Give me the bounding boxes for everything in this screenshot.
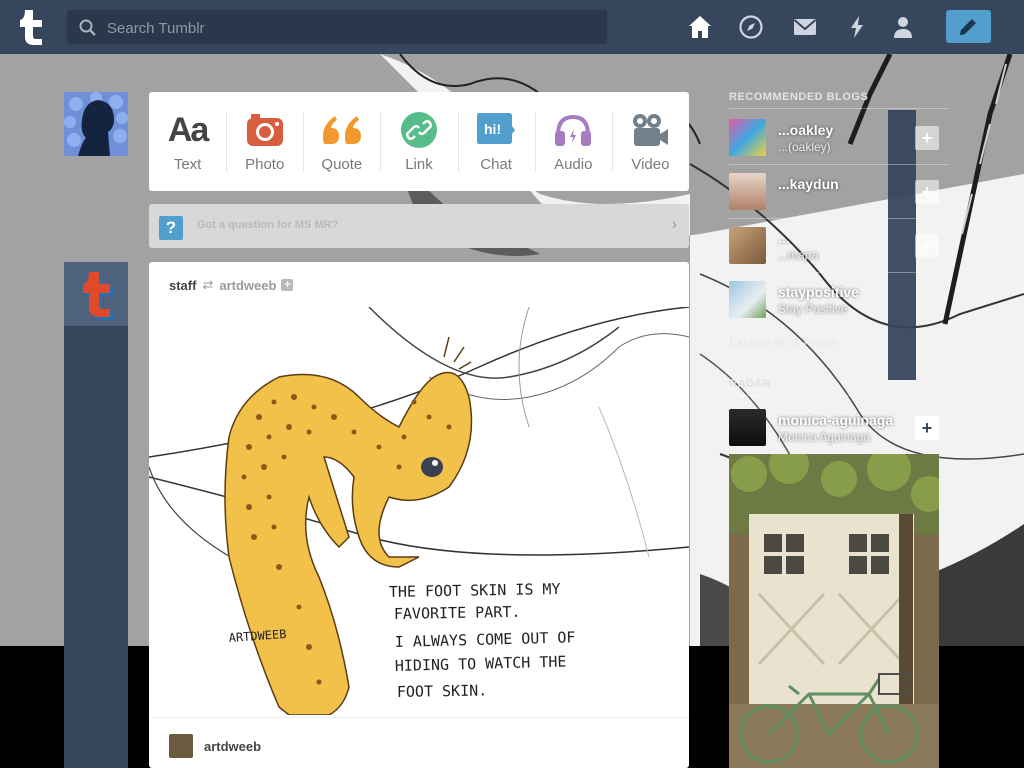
search-icon [79,19,96,36]
post-type-audio[interactable]: Audio [534,92,612,191]
blog-avatar [729,409,766,446]
headphones-icon [555,114,592,146]
recommended-blogs-heading: RECOMMENDED BLOGS [729,91,869,103]
radar-blog[interactable]: monica-aguinaga Monica Aguinaga + [729,400,949,452]
comic-line-5: FOOT SKIN. [397,681,488,701]
post-type-video[interactable]: Video [611,92,689,191]
explore-link[interactable]: Explore all of Tumblr [729,335,838,349]
blog-avatar [729,281,766,318]
post-type-link[interactable]: Link [380,92,457,191]
search-box[interactable] [67,10,607,46]
activity-icon[interactable] [844,14,870,40]
post-blog-sidebar [64,262,128,768]
tumblr-logo-icon[interactable] [17,8,49,46]
link-icon [400,112,437,148]
follow-button[interactable]: + [915,234,939,258]
follow-button[interactable]: + [915,416,939,440]
source-blog-avatar[interactable] [169,734,193,758]
recommended-blog[interactable]: staypositive Stay Positive + [729,272,949,324]
inbox-icon[interactable] [792,14,818,40]
user-avatar[interactable] [64,92,128,156]
video-camera-icon [633,114,669,146]
recommended-blog[interactable]: ... ...mapa + [729,218,949,270]
post-header: staff ⇄ artdweeb + [169,277,294,293]
staff-blog-avatar[interactable] [64,262,128,326]
post-type-quote[interactable]: Quote [303,92,380,191]
dashboard-post: staff ⇄ artdweeb + THE FOOT SKIN IS MY F… [149,262,689,768]
blog-avatar [729,227,766,264]
camera-icon [246,114,283,146]
compose-button[interactable] [946,10,991,43]
source-blog-link[interactable]: artdweeb [204,739,261,754]
ask-prompt: Got a question for MS MR? [197,219,339,231]
ask-question-bar[interactable]: ? Got a question for MS MR? › [149,204,689,248]
question-icon: ? [159,216,183,240]
explore-icon[interactable] [738,14,764,40]
radar-heading: RADAR [729,378,772,390]
divider [729,395,949,396]
comic-line-1: THE FOOT SKIN IS MY [389,580,561,601]
reblogged-from-link[interactable]: artdweeb [219,278,276,293]
chevron-right-icon: › [671,216,677,233]
search-input[interactable] [105,10,599,46]
post-author-link[interactable]: staff [169,278,196,293]
header-bar [0,0,1024,54]
blog-avatar [729,173,766,210]
follow-icon[interactable]: + [281,279,294,291]
follow-button[interactable]: + [915,180,939,204]
post-type-bar: Aa Text Photo Quote Link hi! Chat Audio … [149,92,689,191]
chat-icon: hi! [477,113,516,144]
follow-button[interactable]: + [915,126,939,150]
post-type-text[interactable]: Aa Text [149,92,226,191]
account-icon[interactable] [890,14,916,40]
post-footer: artdweeb [149,717,689,768]
home-icon[interactable] [687,14,713,40]
post-image[interactable]: THE FOOT SKIN IS MY FAVORITE PART. I ALW… [149,307,689,715]
post-type-photo[interactable]: Photo [226,92,303,191]
text-icon: Aa [167,110,209,149]
quote-icon [322,116,361,144]
post-type-chat[interactable]: hi! Chat [457,92,535,191]
recommended-blog[interactable]: ...oakley ...(oakley) + [729,110,949,162]
reblog-icon: ⇄ [202,277,214,292]
radar-post-image[interactable] [729,454,939,768]
comic-line-2: FAVORITE PART. [394,603,521,623]
svg-text:hi!: hi! [484,121,501,137]
pencil-icon [960,19,976,35]
recommended-blog[interactable]: ...kaydun + [729,164,949,216]
blog-avatar [729,119,766,156]
divider [729,108,949,109]
